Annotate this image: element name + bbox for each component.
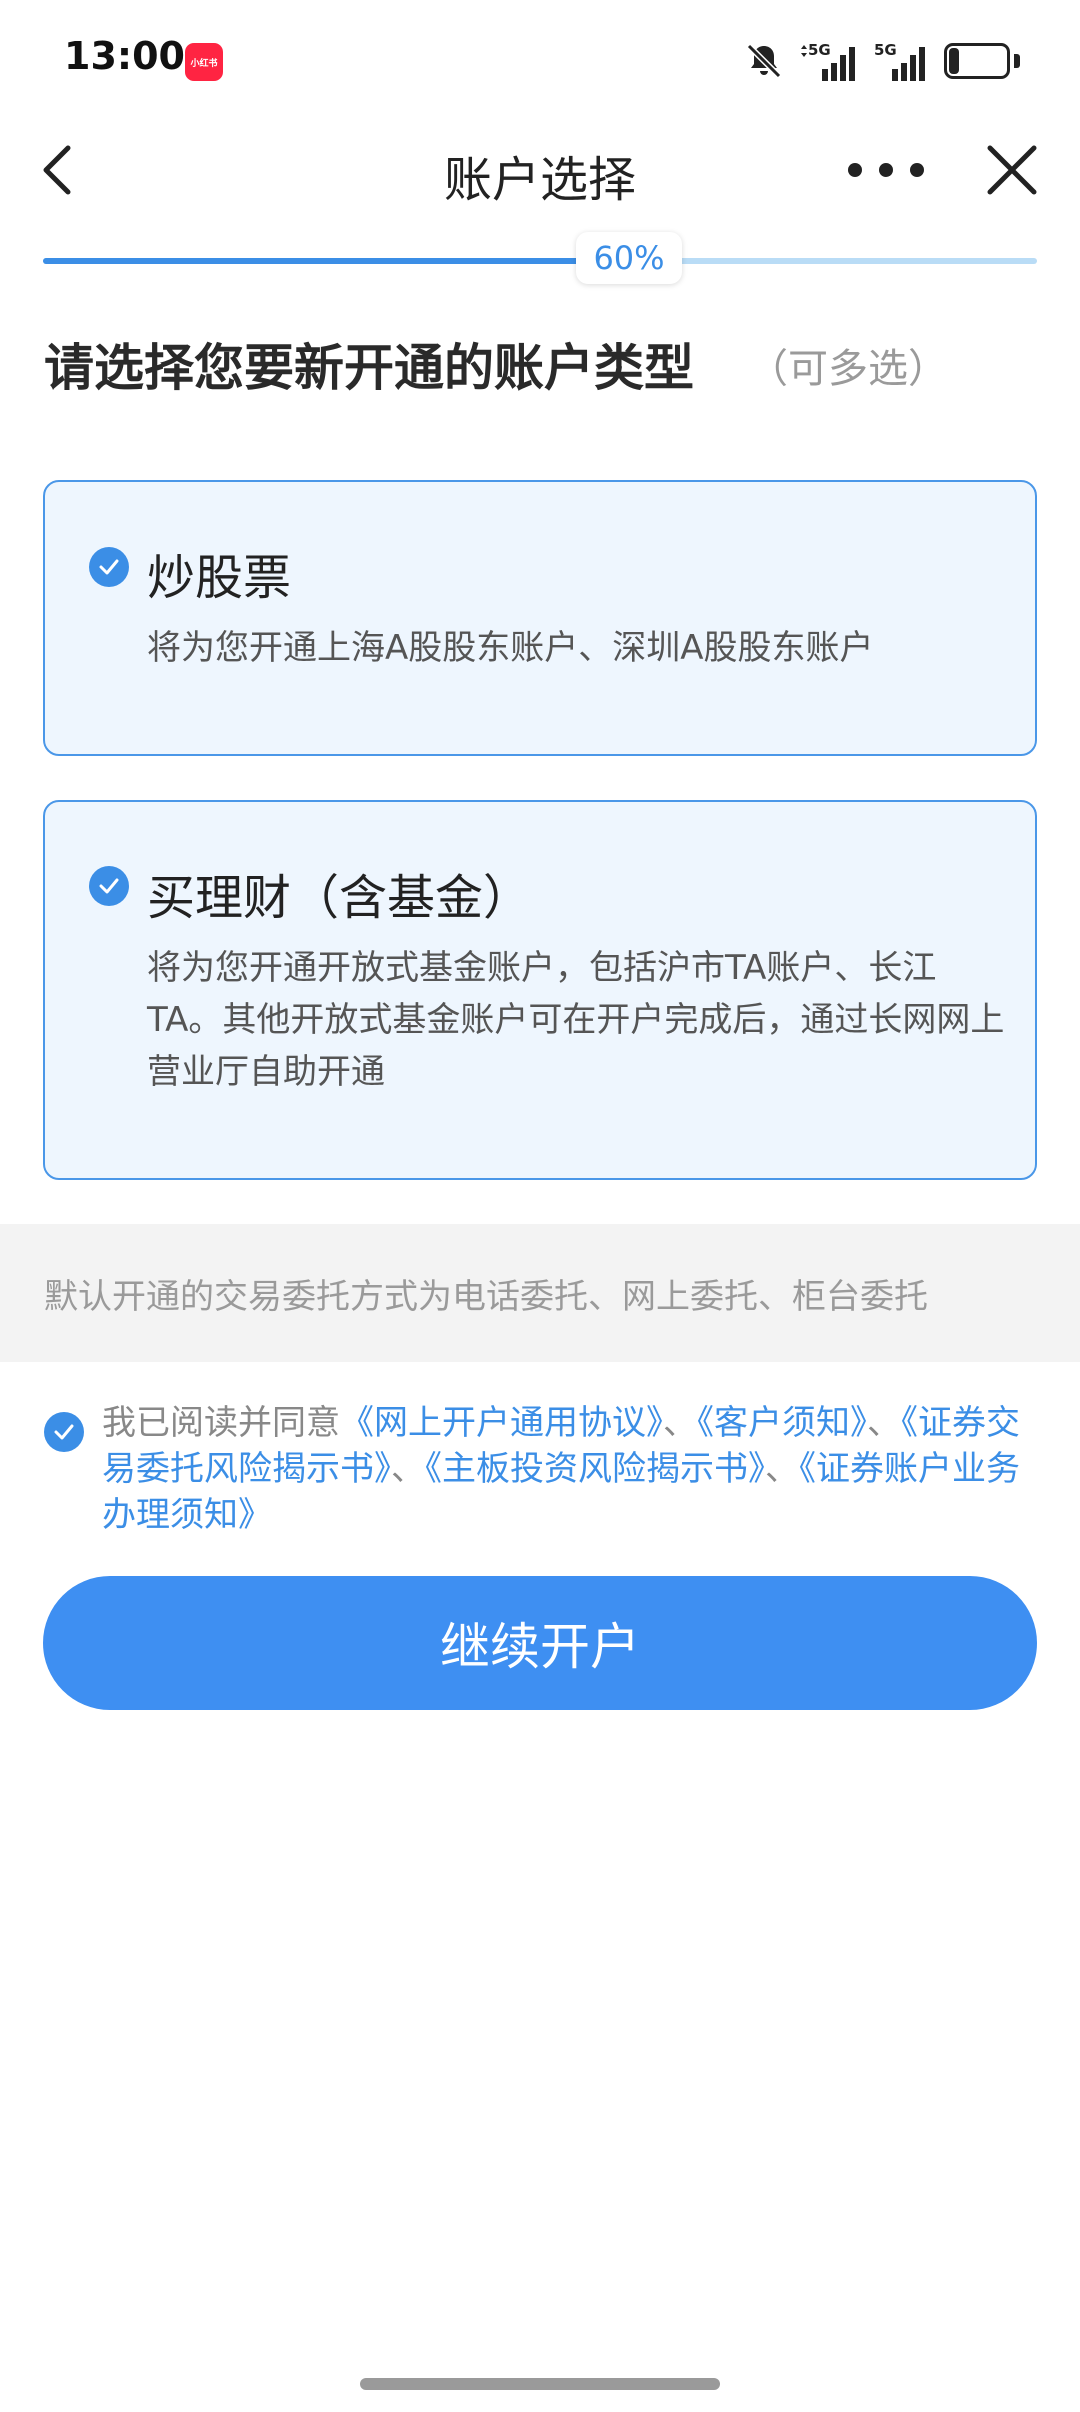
signal-1-icon: 5G <box>801 41 855 81</box>
status-time: 13:00 <box>64 34 185 78</box>
default-delegation-info: 默认开通的交易委托方式为电话委托、网上委托、柜台委托 <box>0 1224 1080 1362</box>
battery-fill <box>949 48 959 74</box>
signal-1-label: 5G <box>808 41 831 59</box>
signal-2-icon: 5G <box>874 41 925 81</box>
agreement-text: 我已阅读并同意《网上开户通用协议》、《客户须知》、《证券交易委托风险揭示书》、《… <box>102 1400 1042 1538</box>
separator: 、 <box>663 1403 697 1443</box>
more-dot <box>879 163 893 177</box>
checkbox-checked-icon[interactable] <box>89 866 129 906</box>
battery-level: 23 <box>958 46 996 76</box>
option-title: 炒股票 <box>147 550 292 606</box>
agreement-prefix: 我已阅读并同意 <box>102 1403 340 1443</box>
option-card-stocks[interactable]: 炒股票 将为您开通上海A股股东账户、深圳A股股东账户 <box>43 480 1037 756</box>
multi-select-hint: （可多选） <box>748 346 948 392</box>
option-card-wealth[interactable]: 买理财（含基金） 将为您开通开放式基金账户，包括沪市TA账户、长江TA。其他开放… <box>43 800 1037 1180</box>
separator: 、 <box>765 1449 799 1489</box>
status-bar: 13:00 小红书 5G 5G 23 <box>0 0 1080 120</box>
progress-bar <box>43 258 1037 264</box>
bell-off-icon <box>746 43 782 79</box>
nav-bar: 账户选择 <box>0 120 1080 220</box>
close-icon <box>987 145 1037 195</box>
signal-2-label: 5G <box>874 41 897 59</box>
battery-tip <box>1014 54 1020 68</box>
link-main-board-risk-disclosure[interactable]: 《主板投资风险揭示书》 <box>425 1449 765 1489</box>
link-customer-notice[interactable]: 《客户须知》 <box>697 1403 867 1443</box>
checkmark-icon <box>99 878 119 894</box>
status-icons: 5G 5G 23 <box>744 36 1020 86</box>
progress-fill <box>43 258 640 264</box>
more-button[interactable] <box>848 142 924 198</box>
separator: 、 <box>391 1449 425 1489</box>
option-description: 将为您开通上海A股股东账户、深圳A股股东账户 <box>147 628 874 668</box>
more-dot <box>910 163 924 177</box>
close-button[interactable] <box>980 138 1044 202</box>
option-title: 买理财（含基金） <box>147 870 532 926</box>
option-description: 将为您开通开放式基金账户，包括沪市TA账户、长江TA。其他开放式基金账户可在开户… <box>147 948 1005 1092</box>
continue-button[interactable]: 继续开户 <box>43 1576 1037 1710</box>
more-dot <box>848 163 862 177</box>
agreement-checkbox[interactable] <box>44 1412 84 1452</box>
link-online-account-agreement[interactable]: 《网上开户通用协议》 <box>340 1403 663 1443</box>
home-indicator[interactable] <box>360 2378 720 2390</box>
separator: 、 <box>867 1403 901 1443</box>
checkmark-icon <box>54 1424 74 1440</box>
progress-label: 60% <box>576 232 682 284</box>
app-badge-icon: 小红书 <box>185 43 223 81</box>
checkmark-icon <box>99 559 119 575</box>
checkbox-checked-icon[interactable] <box>89 547 129 587</box>
section-heading: 请选择您要新开通的账户类型 <box>44 339 694 397</box>
battery-icon: 23 <box>944 43 1010 79</box>
